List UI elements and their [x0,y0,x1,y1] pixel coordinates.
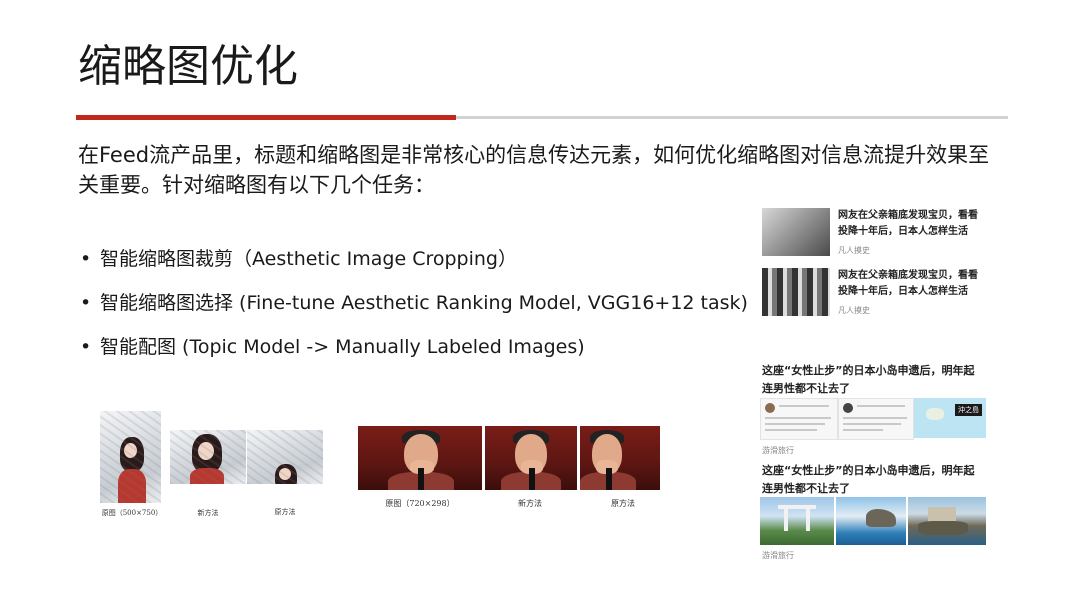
feed-thumbnail-1[interactable] [762,208,830,256]
caption-original-2: 原图（720×298） [385,499,455,508]
feed-item-title-1[interactable]: 网友在父亲箱底发现宝贝，看看投降十年后，日本人怎样生活 [838,208,984,240]
feed-item-source-2: 凡人摸史 [838,306,870,315]
map-label: 沖之島 [955,404,982,416]
original-image-stage [358,426,482,490]
title-underline-accent [76,115,456,120]
feed-item-title-2[interactable]: 网友在父亲箱底发现宝贝，看看投降十年后，日本人怎样生活 [838,268,984,300]
old-method-crop-snow [247,430,323,484]
post-screenshot-middle [838,398,914,440]
island-map-thumbnail: 沖之島 [914,398,986,438]
cliff-temple-thumbnail [908,497,986,545]
caption-old-2: 原方法 [611,499,635,508]
new-method-crop-snow [170,430,246,484]
sea-rocks-thumbnail [836,497,906,545]
new-method-crop-stage [485,426,577,490]
intro-text: 在Feed流产品里，标题和缩略图是非常核心的信息传达元素，如何优化缩略图对信息流… [78,143,990,197]
feed-big-title-2[interactable]: 这座“女性止步”的日本小岛申遗后，明年起连男性都不让去了 [762,462,982,498]
caption-old-1: 原方法 [274,508,296,516]
caption-original-1: 原图（500×750） [101,509,163,517]
task-item-cropping: 智能缩略图裁剪（Aesthetic Image Cropping） [78,246,778,272]
task-list: 智能缩略图裁剪（Aesthetic Image Cropping） 智能缩略图选… [78,246,778,378]
feed-big-source-1: 游滑旅行 [762,446,794,455]
task-item-selection: 智能缩略图选择 (Fine-tune Aesthetic Ranking Mod… [78,290,778,316]
feed-item-source-1: 凡人摸史 [838,246,870,255]
slide-title: 缩略图优化 [78,41,298,92]
task-item-auto-image: 智能配图 (Topic Model -> Manually Labeled Im… [78,334,778,360]
post-screenshot-left [760,398,838,440]
original-image-snow [100,411,161,503]
old-method-crop-stage [580,426,660,490]
shrine-gate-thumbnail [760,497,834,545]
feed-thumbnail-2[interactable] [762,268,830,316]
caption-new-2: 新方法 [518,499,542,508]
caption-new-1: 新方法 [197,509,219,517]
feed-big-title-1[interactable]: 这座“女性止步”的日本小岛申遗后，明年起连男性都不让去了 [762,362,982,398]
feed-big-source-2: 游滑旅行 [762,551,794,560]
